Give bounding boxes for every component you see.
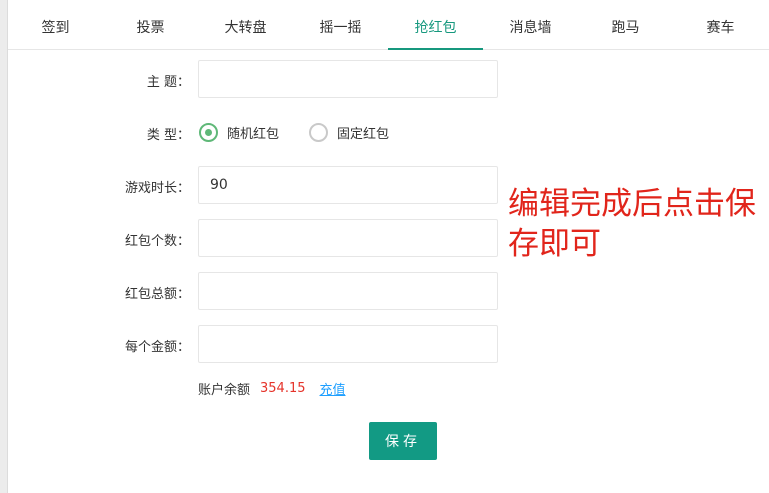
radio-checked-icon bbox=[199, 122, 218, 142]
radio-fixed-label: 固定红包 bbox=[337, 126, 390, 142]
type-label: 类 型： bbox=[146, 128, 190, 143]
save-button[interactable]: 保存 bbox=[369, 422, 437, 460]
tab-message-wall[interactable]: 消息墙 bbox=[483, 0, 578, 50]
tab-red-packet[interactable]: 抢红包 bbox=[388, 0, 483, 50]
radio-unchecked-icon bbox=[309, 122, 328, 142]
tab-shake[interactable]: 摇一摇 bbox=[293, 0, 388, 50]
each-amount-label: 每个金额： bbox=[124, 340, 190, 355]
balance-value: 354.15 bbox=[260, 381, 306, 396]
recharge-link[interactable]: 充值 bbox=[320, 379, 346, 398]
total-label: 红包总额： bbox=[124, 287, 190, 302]
tab-vote[interactable]: 投票 bbox=[103, 0, 198, 50]
tab-signin[interactable]: 签到 bbox=[8, 0, 103, 50]
duration-label: 游戏时长： bbox=[124, 181, 190, 196]
instruction-annotation: 编辑完成后点击保存即可 bbox=[508, 186, 756, 262]
balance-label: 账户余额 bbox=[198, 383, 251, 398]
radio-random-packet[interactable]: 随机红包 bbox=[199, 121, 279, 143]
duration-input[interactable] bbox=[198, 166, 498, 204]
tab-bar: 签到 投票 大转盘 摇一摇 抢红包 消息墙 跑马 赛车 bbox=[8, 0, 769, 50]
subject-input[interactable] bbox=[198, 60, 498, 98]
balance-row: 账户余额 354.15 充值 bbox=[198, 379, 346, 398]
subject-label: 主 题： bbox=[146, 75, 190, 90]
tab-horse-race[interactable]: 跑马 bbox=[578, 0, 673, 50]
count-label: 红包个数： bbox=[124, 234, 190, 249]
tab-lucky-wheel[interactable]: 大转盘 bbox=[198, 0, 293, 50]
radio-fixed-packet[interactable]: 固定红包 bbox=[309, 121, 389, 143]
radio-random-label: 随机红包 bbox=[227, 126, 280, 142]
tab-car-race[interactable]: 赛车 bbox=[673, 0, 768, 50]
count-input[interactable] bbox=[198, 219, 498, 257]
total-input[interactable] bbox=[198, 272, 498, 310]
each-amount-input[interactable] bbox=[198, 325, 498, 363]
